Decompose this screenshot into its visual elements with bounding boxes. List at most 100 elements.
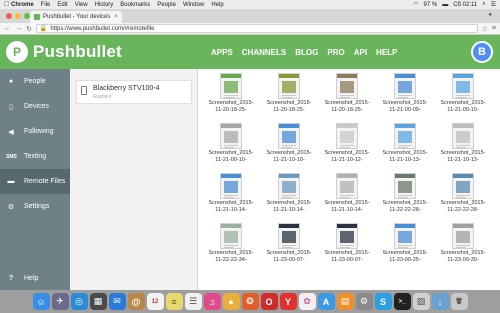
safari-icon[interactable]: ◎ (70, 293, 88, 310)
sidebar-item-devices[interactable]: ▯ Devices (0, 94, 70, 119)
nav-help[interactable]: HELP (376, 48, 397, 57)
file-name-line: 11-23-00-25- (389, 257, 421, 263)
notes-icon[interactable]: ≡ (165, 293, 183, 310)
sidebar-item-label: Remote Files (24, 178, 66, 185)
battery-label[interactable]: 97 % (424, 2, 438, 8)
file-item[interactable]: Screenshot_2015- 11-20-18-25- (264, 73, 314, 122)
sidebar-item-settings[interactable]: ⚙ Settings (0, 194, 70, 219)
main-nav: APPS CHANNELS BLOG PRO API HELP (211, 35, 397, 69)
forward-icon[interactable]: → (15, 25, 22, 32)
file-item[interactable]: Screenshot_2015- 11-22-22-34- (206, 223, 256, 272)
mail-icon[interactable]: ✉ (108, 293, 126, 310)
opera-icon[interactable]: O (260, 293, 278, 310)
reload-icon[interactable]: ↻ (26, 25, 32, 33)
downloads-icon[interactable]: ↓ (431, 293, 449, 310)
system-prefs-icon[interactable]: ⚙ (355, 293, 373, 310)
sidebar-item-label: People (24, 78, 46, 85)
itunes-icon[interactable]: ♫ (203, 293, 221, 310)
file-item[interactable]: Screenshot_2015- 11-21-10-14- (206, 173, 256, 222)
file-name-line: Screenshot_2015- (324, 250, 370, 256)
nav-blog[interactable]: BLOG (295, 48, 318, 57)
ibooks-icon[interactable]: ▤ (336, 293, 354, 310)
nav-pro[interactable]: PRO (327, 48, 344, 57)
file-thumbnail (452, 173, 474, 199)
browser-tab[interactable]: Pushbullet - Your devices × (30, 11, 122, 23)
mission-control-icon[interactable]: ▦ (89, 293, 107, 310)
finder-icon[interactable]: ☺ (32, 293, 50, 310)
file-item[interactable]: Screenshot_2015- 11-20-18-25- (206, 73, 256, 122)
menu-history[interactable]: History (95, 2, 114, 8)
menu-chrome[interactable]: Chrome (11, 2, 34, 8)
file-item[interactable]: Screenshot_2015- 11-23-00-07- (264, 223, 314, 272)
sidebar-item-people[interactable]: ● People (0, 69, 70, 94)
yandex-icon[interactable]: Y (279, 293, 297, 310)
file-name-line: Screenshot_2015- (440, 200, 486, 206)
file-item[interactable]: Screenshot_2015- 11-21-10-14- (322, 173, 372, 222)
file-item[interactable]: Screenshot_2015- 11-23-00-07- (322, 223, 372, 272)
sidebar-item-following[interactable]: ◀ Following (0, 119, 70, 144)
back-icon[interactable]: ← (4, 25, 11, 32)
menu-people[interactable]: People (157, 2, 176, 8)
close-window-button[interactable] (6, 13, 12, 19)
file-thumbnail (336, 223, 358, 249)
minimize-window-button[interactable] (15, 13, 21, 19)
firefox-icon[interactable]: ❂ (241, 293, 259, 310)
file-item[interactable]: Screenshot_2015- 11-21-00-10- (438, 73, 488, 122)
launchpad-icon[interactable]: ✈ (51, 293, 69, 310)
clock[interactable]: Cб 02:11 (453, 2, 477, 8)
file-name-line: 11-20-18-25- (273, 107, 305, 113)
bookmark-star-icon[interactable]: ☆ (482, 25, 488, 33)
file-item[interactable]: Screenshot_2015- 11-21-10-13- (380, 123, 430, 172)
file-item[interactable]: Screenshot_2015- 11-22-22-28- (438, 173, 488, 222)
brand-title[interactable]: Pushbullet (33, 42, 122, 62)
contacts-icon[interactable]: @ (127, 293, 145, 310)
file-item[interactable]: Screenshot_2015- 11-23-00-25- (380, 223, 430, 272)
close-tab-icon[interactable]: × (114, 14, 118, 20)
file-item[interactable]: Screenshot_2015- 11-21-10-10- (264, 123, 314, 172)
apple-icon[interactable]:  (4, 1, 11, 8)
flag-icon[interactable]: ▬ (442, 2, 448, 8)
menu-view[interactable]: View (75, 2, 88, 8)
file-item[interactable]: Screenshot_2015- 11-21-10-14- (264, 173, 314, 222)
file-name-line: 11-21-10-13- (447, 157, 479, 163)
file-name-line: 11-21-00-09- (389, 107, 421, 113)
wifi-icon[interactable]: ◠ (413, 1, 418, 8)
file-item[interactable]: Screenshot_2015- 11-22-22-28- (380, 173, 430, 222)
file-name-line: 11-21-00-10- (215, 157, 247, 163)
menu-file[interactable]: File (41, 2, 51, 8)
chrome-menu-icon[interactable]: ≡ (492, 25, 496, 32)
nav-channels[interactable]: CHANNELS (242, 48, 286, 57)
file-item[interactable]: Screenshot_2015- 11-21-10-12- (322, 123, 372, 172)
avatar[interactable]: B (471, 41, 493, 63)
photos-icon[interactable]: ✿ (298, 293, 316, 310)
sidebar-item-texting[interactable]: SMS Texting (0, 144, 70, 169)
sidebar-item-help[interactable]: ? Help (0, 271, 39, 285)
file-item[interactable]: Screenshot_2015- 11-21-00-10- (206, 123, 256, 172)
menu-list-icon[interactable]: ☰ (491, 1, 496, 8)
menu-bookmarks[interactable]: Bookmarks (120, 2, 150, 8)
calendar-icon[interactable]: 12 (146, 293, 164, 310)
reminders-icon[interactable]: ☰ (184, 293, 202, 310)
menu-edit[interactable]: Edit (57, 2, 67, 8)
file-item[interactable]: Screenshot_2015- 11-21-10-13- (438, 123, 488, 172)
browser-toolbar: ← → ↻ 🔒 https://www.pushbullet.com/#remo… (0, 23, 500, 35)
search-icon[interactable]: ⌕ (482, 1, 485, 8)
pushbullet-logo-icon[interactable]: P (6, 41, 28, 63)
address-bar[interactable]: 🔒 https://www.pushbullet.com/#remotefile (35, 24, 478, 33)
file-item[interactable]: Screenshot_2015- 11-21-00-09- (380, 73, 430, 122)
skype-icon[interactable]: S (374, 293, 392, 310)
menu-window[interactable]: Window (183, 2, 204, 8)
device-item[interactable]: Blackberry STV100-4 Enabled (76, 80, 192, 104)
nav-api[interactable]: API (354, 48, 367, 57)
sidebar-item-remote-files[interactable]: ▬ Remote Files (0, 169, 70, 194)
app-store-icon[interactable]: A (317, 293, 335, 310)
preview-icon[interactable]: ▨ (412, 293, 430, 310)
menu-help[interactable]: Help (211, 2, 223, 8)
file-item[interactable]: Screenshot_2015- 11-23-00-30- (438, 223, 488, 272)
chrome-icon[interactable]: ● (222, 293, 240, 310)
terminal-icon[interactable]: >_ (393, 293, 411, 310)
trash-icon[interactable]: 🗑 (450, 293, 468, 310)
file-item[interactable]: Screenshot_2015- 11-20-18-25- (322, 73, 372, 122)
nav-apps[interactable]: APPS (211, 48, 233, 57)
profile-icon[interactable]: ● (488, 12, 492, 18)
